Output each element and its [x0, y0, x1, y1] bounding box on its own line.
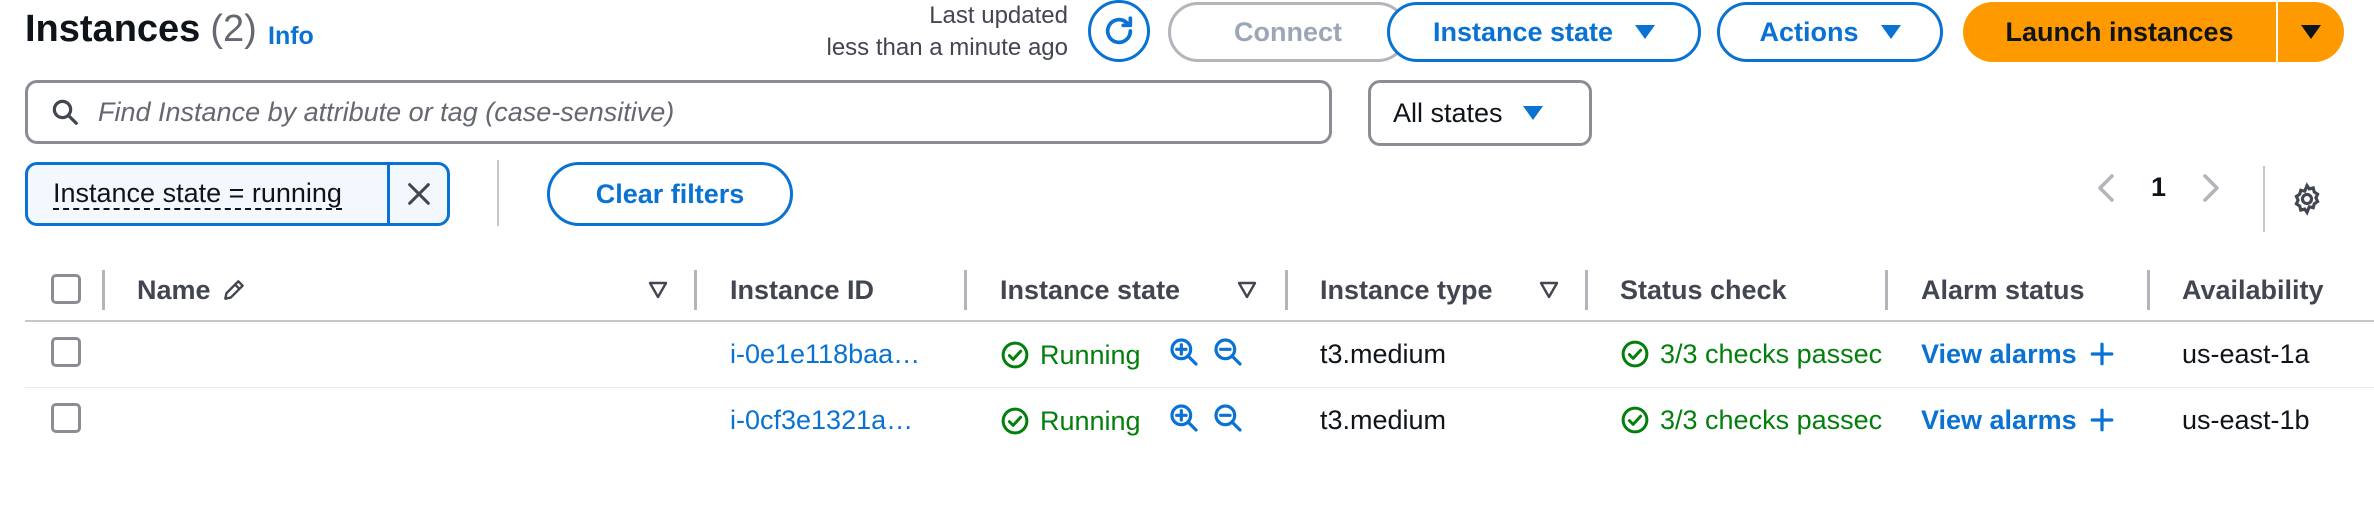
sort-icon[interactable] — [1539, 281, 1559, 299]
search-input[interactable]: Find Instance by attribute or tag (case-… — [25, 80, 1332, 144]
filter-token-label[interactable]: Instance state = running — [28, 165, 387, 223]
last-updated: Last updated less than a minute ago — [827, 0, 1069, 64]
cell-instance-state: Running — [1000, 401, 1141, 441]
cell-availability-zone: us-east-1a — [2182, 338, 2310, 369]
caret-down-icon — [1880, 25, 1901, 39]
cell-instance-type: t3.medium — [1320, 404, 1447, 435]
gear-icon — [2294, 182, 2320, 216]
plus-icon[interactable] — [2089, 407, 2115, 433]
instance-state-button[interactable]: Instance state — [1387, 2, 1701, 62]
pencil-icon — [223, 280, 244, 300]
states-select-value: All states — [1393, 97, 1503, 128]
cell-status-check: 3/3 checks passec — [1620, 334, 1890, 374]
zoom-out-icon[interactable] — [1212, 336, 1244, 368]
column-header-instance-state[interactable]: Instance state — [1000, 272, 1180, 308]
column-header-name-label: Name — [137, 274, 211, 305]
filter-token-dismiss[interactable] — [387, 165, 447, 223]
page-title: Instances (2) — [25, 8, 257, 51]
pagination-divider — [2263, 166, 2265, 232]
last-updated-label: Last updated — [929, 2, 1068, 29]
status-positive-icon — [1001, 341, 1029, 369]
column-separator — [964, 270, 967, 310]
chevron-left-icon[interactable] — [2095, 173, 2117, 203]
column-separator — [102, 270, 105, 310]
column-separator — [2147, 270, 2150, 310]
launch-instances-button[interactable]: Launch instances — [1963, 2, 2276, 62]
close-icon — [407, 183, 430, 205]
zoom-out-icon[interactable] — [1212, 402, 1244, 434]
row-divider — [25, 387, 2374, 388]
cell-instance-id[interactable]: i-0cf3e1321a… — [730, 400, 940, 440]
table-header-divider — [25, 320, 2374, 322]
state-zoom-controls — [1168, 398, 1244, 438]
instance-state-text: Running — [1040, 405, 1141, 436]
filter-divider — [497, 160, 499, 226]
settings-button[interactable] — [2290, 182, 2324, 221]
zoom-in-icon[interactable] — [1168, 336, 1200, 368]
column-header-name[interactable]: Name — [137, 272, 247, 308]
state-zoom-controls — [1168, 332, 1244, 372]
states-select[interactable]: All states — [1368, 80, 1592, 146]
status-check-text: 3/3 checks passec — [1660, 404, 1883, 435]
clear-filters-button[interactable]: Clear filters — [547, 162, 793, 226]
cell-status-check: 3/3 checks passec — [1620, 400, 1890, 440]
select-all-checkbox[interactable] — [51, 274, 81, 304]
sort-icon[interactable] — [1237, 281, 1257, 299]
column-separator — [1585, 270, 1588, 310]
caret-down-icon — [2301, 25, 2321, 39]
instance-state-text: Running — [1040, 339, 1141, 370]
column-header-status-check[interactable]: Status check — [1620, 272, 1787, 308]
row-checkbox[interactable] — [51, 337, 81, 367]
column-separator — [694, 270, 697, 310]
search-placeholder: Find Instance by attribute or tag (case-… — [98, 96, 675, 127]
cell-instance-state: Running — [1000, 335, 1141, 375]
row-checkbox[interactable] — [51, 403, 81, 433]
cell-instance-type: t3.medium — [1320, 338, 1447, 369]
cell-instance-id[interactable]: i-0e1e118baa… — [730, 334, 940, 374]
pagination: 1 — [2095, 172, 2222, 203]
column-header-instance-id[interactable]: Instance ID — [730, 272, 874, 308]
column-header-availability[interactable]: Availability — [2182, 272, 2324, 308]
column-separator — [1885, 270, 1888, 310]
cell-alarm-status[interactable]: View alarms — [1921, 334, 2115, 374]
caret-down-icon — [1522, 106, 1543, 120]
actions-button-label: Actions — [1759, 16, 1859, 47]
actions-button[interactable]: Actions — [1717, 2, 1943, 62]
refresh-button[interactable] — [1088, 0, 1150, 62]
status-check-text: 3/3 checks passec — [1660, 338, 1883, 369]
status-positive-icon — [1621, 340, 1649, 368]
info-link[interactable]: Info — [268, 22, 314, 51]
cell-availability-zone: us-east-1b — [2182, 404, 2310, 435]
last-updated-value: less than a minute ago — [826, 34, 1069, 61]
page-number[interactable]: 1 — [2151, 172, 2166, 203]
zoom-in-icon[interactable] — [1168, 402, 1200, 434]
cell-alarm-status[interactable]: View alarms — [1921, 400, 2115, 440]
filter-token[interactable]: Instance state = running — [25, 162, 450, 226]
status-positive-icon — [1621, 406, 1649, 434]
column-separator — [1285, 270, 1288, 310]
launch-options-button[interactable] — [2278, 2, 2344, 62]
connect-button[interactable]: Connect — [1168, 2, 1408, 62]
instance-count: (2) — [210, 8, 257, 50]
view-alarms-link[interactable]: View alarms — [1921, 405, 2077, 436]
column-header-alarm-status[interactable]: Alarm status — [1921, 272, 2085, 308]
plus-icon[interactable] — [2089, 341, 2115, 367]
page-title-text: Instances — [25, 8, 201, 50]
caret-down-icon — [1635, 25, 1656, 39]
search-icon — [52, 99, 78, 125]
column-header-instance-type[interactable]: Instance type — [1320, 272, 1493, 308]
view-alarms-link[interactable]: View alarms — [1921, 339, 2077, 370]
refresh-icon — [1105, 16, 1133, 45]
sort-icon[interactable] — [648, 281, 668, 299]
status-positive-icon — [1001, 407, 1029, 435]
chevron-right-icon[interactable] — [2200, 173, 2222, 203]
instance-state-button-label: Instance state — [1432, 16, 1614, 47]
